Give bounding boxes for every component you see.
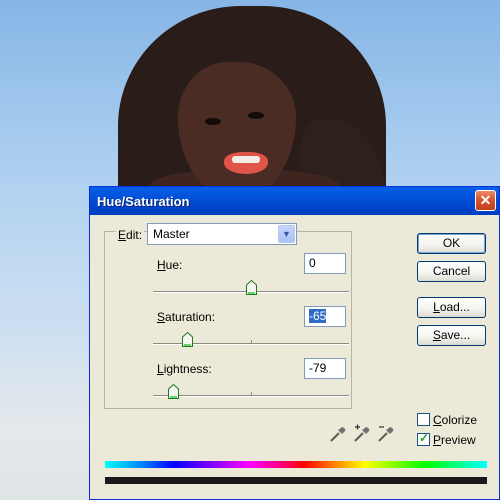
hue-slider[interactable]	[153, 280, 349, 295]
saturation-slider-tick	[251, 340, 252, 344]
eyedropper-minus-icon[interactable]	[376, 424, 396, 444]
chevron-down-icon[interactable]: ▼	[278, 225, 295, 243]
photo-teeth	[232, 156, 260, 163]
dialog-titlebar[interactable]: Hue/Saturation ✕	[90, 187, 499, 215]
photo-eye-right	[248, 112, 264, 119]
preview-label[interactable]: Preview	[433, 433, 476, 447]
hue-input[interactable]: 0	[304, 253, 346, 274]
close-button[interactable]: ✕	[475, 190, 496, 211]
eyedropper-icon[interactable]	[328, 424, 348, 444]
saturation-input[interactable]: -65	[304, 306, 346, 327]
saturation-label: Saturation:	[157, 310, 216, 324]
hue-slider-thumb[interactable]	[245, 280, 257, 295]
close-icon: ✕	[479, 192, 492, 208]
lightness-slider-tick	[251, 392, 252, 396]
eyedropper-plus-icon[interactable]	[352, 424, 372, 444]
hue-label: Hue:	[157, 258, 183, 272]
lightness-slider[interactable]	[153, 384, 349, 399]
edit-label: Edit:	[116, 227, 145, 243]
preview-checkbox[interactable]	[417, 431, 430, 446]
save-button[interactable]: Save...	[417, 325, 486, 346]
saturation-slider[interactable]	[153, 332, 349, 347]
photo-eye-left	[205, 118, 221, 125]
lightness-input[interactable]: -79	[304, 358, 346, 379]
hue-saturation-dialog: Hue/Saturation ✕ Edit: Master ▼ Hue: 0 S…	[89, 186, 500, 500]
load-button[interactable]: Load...	[417, 297, 486, 318]
lightness-label: Lightness:	[157, 362, 212, 376]
edit-select-value: Master	[153, 227, 190, 241]
saturation-slider-thumb[interactable]	[181, 332, 193, 347]
dialog-title: Hue/Saturation	[97, 194, 190, 209]
edit-select[interactable]: Master ▼	[147, 223, 297, 245]
cancel-button[interactable]: Cancel	[417, 261, 486, 282]
input-color-spectrum	[105, 461, 487, 468]
output-color-spectrum	[105, 477, 487, 484]
ok-button[interactable]: OK	[417, 233, 486, 254]
colorize-checkbox[interactable]	[417, 413, 430, 426]
colorize-label[interactable]: Colorize	[433, 413, 477, 427]
lightness-slider-thumb[interactable]	[168, 384, 180, 399]
